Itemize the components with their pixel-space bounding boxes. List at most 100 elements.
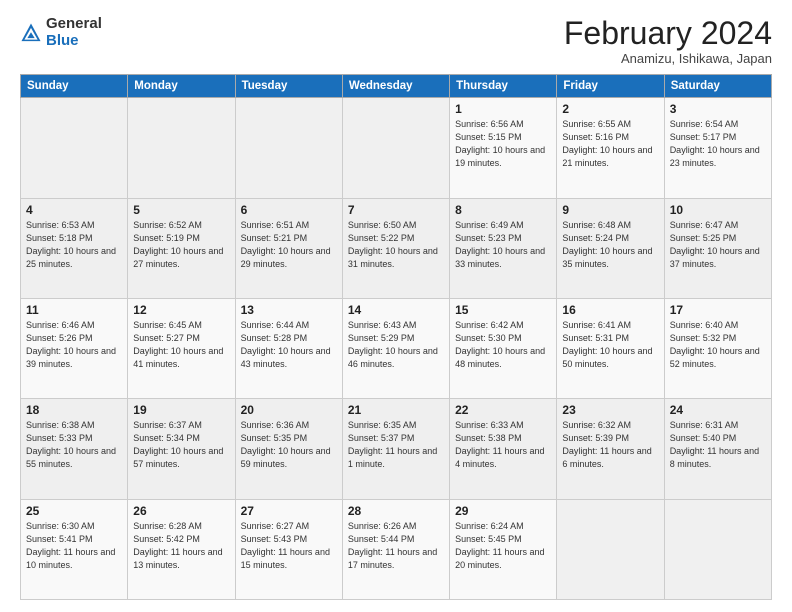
- day-info: Sunrise: 6:50 AM Sunset: 5:22 PM Dayligh…: [348, 219, 444, 271]
- calendar-cell: 28Sunrise: 6:26 AM Sunset: 5:44 PM Dayli…: [342, 499, 449, 599]
- day-info: Sunrise: 6:47 AM Sunset: 5:25 PM Dayligh…: [670, 219, 766, 271]
- calendar-table: SundayMondayTuesdayWednesdayThursdayFrid…: [20, 74, 772, 600]
- day-number: 1: [455, 102, 551, 116]
- calendar-cell: 14 Sunrise: 6:43 AM Sunset: 5:29 PM Dayli…: [342, 298, 449, 398]
- calendar-cell: 10 Sunrise: 6:47 AM Sunset: 5:25 PM Dayli…: [664, 198, 771, 298]
- header: General Blue February 2024 Anamizu, Ishi…: [20, 16, 772, 66]
- logo-text: General Blue: [46, 16, 102, 49]
- day-number: 7: [348, 203, 444, 217]
- calendar-cell: 5Sunrise: 6:52 AM Sunset: 5:19 PM Daylig…: [128, 198, 235, 298]
- day-info: Sunrise: 6:28 AM Sunset: 5:42 PM Dayligh…: [133, 520, 229, 572]
- calendar-header-cell: Tuesday: [235, 75, 342, 98]
- logo-icon: [20, 22, 42, 44]
- day-number: 17: [670, 303, 766, 317]
- day-number: 21: [348, 403, 444, 417]
- title-block: February 2024 Anamizu, Ishikawa, Japan: [564, 16, 772, 66]
- day-info: Sunrise: 6:53 AM Sunset: 5:18 PM Dayligh…: [26, 219, 122, 271]
- calendar-cell: 20 Sunrise: 6:36 AM Sunset: 5:35 PM Dayli…: [235, 399, 342, 499]
- calendar-cell: [21, 98, 128, 198]
- day-number: 15: [455, 303, 551, 317]
- day-number: 12: [133, 303, 229, 317]
- day-number: 25: [26, 504, 122, 518]
- day-info: Sunrise: 6:31 AM Sunset: 5:40 PM Dayligh…: [670, 419, 766, 471]
- day-info: Sunrise: 6:44 AM Sunset: 5:28 PM Dayligh…: [241, 319, 337, 371]
- day-info: Sunrise: 6:37 AM Sunset: 5:34 PM Dayligh…: [133, 419, 229, 471]
- calendar-header-row: SundayMondayTuesdayWednesdayThursdayFrid…: [21, 75, 772, 98]
- calendar-cell: 25 Sunrise: 6:30 AM Sunset: 5:41 PM Dayli…: [21, 499, 128, 599]
- calendar-cell: 16 Sunrise: 6:41 AM Sunset: 5:31 PM Dayli…: [557, 298, 664, 398]
- logo-general: General: [46, 16, 102, 33]
- calendar-cell: [557, 499, 664, 599]
- logo-blue: Blue: [46, 33, 102, 50]
- day-number: 13: [241, 303, 337, 317]
- day-info: Sunrise: 6:38 AM Sunset: 5:33 PM Dayligh…: [26, 419, 122, 471]
- calendar-week-row: 18Sunrise: 6:38 AM Sunset: 5:33 PM Dayli…: [21, 399, 772, 499]
- calendar-cell: 7 Sunrise: 6:50 AM Sunset: 5:22 PM Daylig…: [342, 198, 449, 298]
- calendar-cell: 2 Sunrise: 6:55 AM Sunset: 5:16 PM Daylig…: [557, 98, 664, 198]
- calendar-cell: 27 Sunrise: 6:27 AM Sunset: 5:43 PM Dayli…: [235, 499, 342, 599]
- day-number: 9: [562, 203, 658, 217]
- day-info: Sunrise: 6:24 AM Sunset: 5:45 PM Dayligh…: [455, 520, 551, 572]
- day-info: Sunrise: 6:46 AM Sunset: 5:26 PM Dayligh…: [26, 319, 122, 371]
- calendar-cell: 17 Sunrise: 6:40 AM Sunset: 5:32 PM Dayli…: [664, 298, 771, 398]
- calendar-header-cell: Wednesday: [342, 75, 449, 98]
- day-info: Sunrise: 6:41 AM Sunset: 5:31 PM Dayligh…: [562, 319, 658, 371]
- day-number: 20: [241, 403, 337, 417]
- calendar-cell: 21 Sunrise: 6:35 AM Sunset: 5:37 PM Dayli…: [342, 399, 449, 499]
- calendar-cell: 23Sunrise: 6:32 AM Sunset: 5:39 PM Dayli…: [557, 399, 664, 499]
- day-info: Sunrise: 6:55 AM Sunset: 5:16 PM Dayligh…: [562, 118, 658, 170]
- calendar-week-row: 4 Sunrise: 6:53 AM Sunset: 5:18 PM Daylig…: [21, 198, 772, 298]
- day-info: Sunrise: 6:33 AM Sunset: 5:38 PM Dayligh…: [455, 419, 551, 471]
- day-number: 22: [455, 403, 551, 417]
- calendar-week-row: 25 Sunrise: 6:30 AM Sunset: 5:41 PM Dayli…: [21, 499, 772, 599]
- calendar-cell: 11 Sunrise: 6:46 AM Sunset: 5:26 PM Dayli…: [21, 298, 128, 398]
- calendar-cell: 6Sunrise: 6:51 AM Sunset: 5:21 PM Daylig…: [235, 198, 342, 298]
- calendar-cell: 3 Sunrise: 6:54 AM Sunset: 5:17 PM Daylig…: [664, 98, 771, 198]
- day-info: Sunrise: 6:27 AM Sunset: 5:43 PM Dayligh…: [241, 520, 337, 572]
- day-info: Sunrise: 6:35 AM Sunset: 5:37 PM Dayligh…: [348, 419, 444, 471]
- calendar-cell: 1 Sunrise: 6:56 AM Sunset: 5:15 PM Daylig…: [450, 98, 557, 198]
- day-info: Sunrise: 6:42 AM Sunset: 5:30 PM Dayligh…: [455, 319, 551, 371]
- day-info: Sunrise: 6:54 AM Sunset: 5:17 PM Dayligh…: [670, 118, 766, 170]
- calendar-cell: [235, 98, 342, 198]
- day-number: 4: [26, 203, 122, 217]
- calendar-body: 1 Sunrise: 6:56 AM Sunset: 5:15 PM Daylig…: [21, 98, 772, 600]
- calendar-week-row: 1 Sunrise: 6:56 AM Sunset: 5:15 PM Daylig…: [21, 98, 772, 198]
- calendar-cell: 19 Sunrise: 6:37 AM Sunset: 5:34 PM Dayli…: [128, 399, 235, 499]
- day-info: Sunrise: 6:36 AM Sunset: 5:35 PM Dayligh…: [241, 419, 337, 471]
- day-info: Sunrise: 6:26 AM Sunset: 5:44 PM Dayligh…: [348, 520, 444, 572]
- day-number: 11: [26, 303, 122, 317]
- day-number: 8: [455, 203, 551, 217]
- calendar-cell: [128, 98, 235, 198]
- day-number: 2: [562, 102, 658, 116]
- calendar-header-cell: Thursday: [450, 75, 557, 98]
- day-info: Sunrise: 6:43 AM Sunset: 5:29 PM Dayligh…: [348, 319, 444, 371]
- day-number: 3: [670, 102, 766, 116]
- day-info: Sunrise: 6:45 AM Sunset: 5:27 PM Dayligh…: [133, 319, 229, 371]
- day-info: Sunrise: 6:48 AM Sunset: 5:24 PM Dayligh…: [562, 219, 658, 271]
- calendar-header-cell: Monday: [128, 75, 235, 98]
- day-number: 24: [670, 403, 766, 417]
- calendar-cell: 18Sunrise: 6:38 AM Sunset: 5:33 PM Dayli…: [21, 399, 128, 499]
- day-info: Sunrise: 6:56 AM Sunset: 5:15 PM Dayligh…: [455, 118, 551, 170]
- calendar-cell: 13 Sunrise: 6:44 AM Sunset: 5:28 PM Dayli…: [235, 298, 342, 398]
- calendar-cell: 15 Sunrise: 6:42 AM Sunset: 5:30 PM Dayli…: [450, 298, 557, 398]
- day-number: 29: [455, 504, 551, 518]
- day-number: 14: [348, 303, 444, 317]
- calendar-cell: 4 Sunrise: 6:53 AM Sunset: 5:18 PM Daylig…: [21, 198, 128, 298]
- day-info: Sunrise: 6:51 AM Sunset: 5:21 PM Dayligh…: [241, 219, 337, 271]
- day-number: 5: [133, 203, 229, 217]
- calendar-cell: 29 Sunrise: 6:24 AM Sunset: 5:45 PM Dayli…: [450, 499, 557, 599]
- calendar-cell: 12 Sunrise: 6:45 AM Sunset: 5:27 PM Dayli…: [128, 298, 235, 398]
- calendar-header-cell: Friday: [557, 75, 664, 98]
- day-number: 16: [562, 303, 658, 317]
- day-info: Sunrise: 6:40 AM Sunset: 5:32 PM Dayligh…: [670, 319, 766, 371]
- logo: General Blue: [20, 16, 102, 49]
- calendar-cell: [664, 499, 771, 599]
- day-number: 10: [670, 203, 766, 217]
- day-number: 27: [241, 504, 337, 518]
- day-number: 19: [133, 403, 229, 417]
- day-info: Sunrise: 6:30 AM Sunset: 5:41 PM Dayligh…: [26, 520, 122, 572]
- calendar-cell: 9 Sunrise: 6:48 AM Sunset: 5:24 PM Daylig…: [557, 198, 664, 298]
- calendar-week-row: 11 Sunrise: 6:46 AM Sunset: 5:26 PM Dayli…: [21, 298, 772, 398]
